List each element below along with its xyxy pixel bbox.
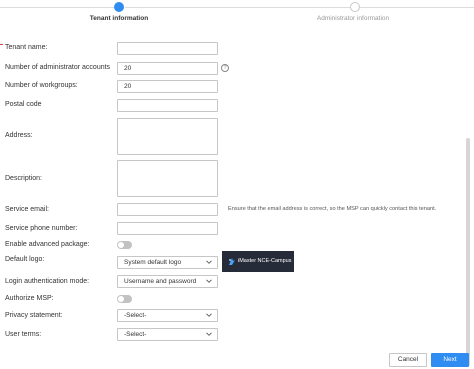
service-email-label: Service email: bbox=[5, 206, 49, 213]
workgroups-label: Number of workgroups: bbox=[5, 82, 78, 89]
login-auth-label: Login authentication mode: bbox=[5, 278, 90, 285]
default-logo-value: System default logo bbox=[124, 259, 182, 266]
chevron-down-icon bbox=[206, 331, 212, 337]
default-logo-select[interactable]: System default logo bbox=[117, 256, 218, 269]
address-textarea[interactable] bbox=[117, 118, 218, 155]
logo-preview-text: iMaster NCE-Campus bbox=[238, 258, 292, 264]
step-indicator: Tenant information Administrator informa… bbox=[0, 0, 474, 28]
toggle-knob bbox=[118, 242, 124, 248]
admin-accounts-label: Number of administrator accounts bbox=[5, 64, 111, 71]
step-line-left bbox=[0, 7, 114, 8]
required-mark bbox=[0, 44, 3, 45]
chevron-down-icon bbox=[206, 278, 212, 284]
chevron-down-icon bbox=[206, 312, 212, 318]
privacy-statement-select[interactable]: -Select- bbox=[117, 309, 218, 322]
step-label-tenant: Tenant information bbox=[89, 15, 149, 22]
privacy-statement-label: Privacy statement: bbox=[5, 312, 63, 319]
toggle-knob bbox=[118, 296, 124, 302]
login-auth-select[interactable]: Username and password bbox=[117, 275, 218, 288]
tenant-name-input[interactable] bbox=[117, 42, 218, 55]
postal-code-label: Postal code bbox=[5, 101, 42, 108]
service-phone-input[interactable] bbox=[117, 222, 218, 235]
vertical-scrollbar[interactable] bbox=[466, 138, 470, 366]
advanced-package-toggle[interactable] bbox=[117, 241, 132, 249]
user-terms-select[interactable]: -Select- bbox=[117, 328, 218, 341]
workgroups-input[interactable]: 20 bbox=[117, 80, 218, 93]
service-email-input[interactable] bbox=[117, 203, 218, 216]
step-line-right bbox=[360, 7, 474, 8]
next-button[interactable]: Next bbox=[431, 353, 469, 367]
logo-preview: iMaster NCE-Campus bbox=[222, 251, 294, 272]
admin-accounts-value: 20 bbox=[124, 65, 132, 72]
step-line-middle bbox=[125, 7, 350, 8]
question-circle-icon[interactable]: ? bbox=[221, 64, 229, 72]
step-dot-admin bbox=[350, 2, 360, 12]
user-terms-label: User terms: bbox=[5, 331, 42, 338]
service-phone-label: Service phone number: bbox=[5, 225, 78, 232]
authorize-msp-label: Authorize MSP: bbox=[5, 295, 54, 302]
imaster-logo-icon bbox=[228, 257, 236, 266]
address-label: Address: bbox=[5, 132, 33, 139]
cancel-button[interactable]: Cancel bbox=[389, 353, 427, 367]
chevron-down-icon bbox=[206, 259, 212, 265]
step-dot-tenant bbox=[114, 2, 124, 12]
privacy-statement-value: -Select- bbox=[124, 312, 147, 319]
user-terms-value: -Select- bbox=[124, 331, 147, 338]
step-label-admin: Administrator information bbox=[316, 15, 390, 22]
description-textarea[interactable] bbox=[117, 160, 218, 197]
service-email-hint: Ensure that the email address is correct… bbox=[228, 206, 437, 212]
tenant-name-label: Tenant name: bbox=[5, 44, 48, 51]
postal-code-input[interactable] bbox=[117, 99, 218, 112]
advanced-package-label: Enable advanced package: bbox=[5, 241, 90, 248]
admin-accounts-input[interactable]: 20 bbox=[117, 62, 218, 75]
description-label: Description: bbox=[5, 175, 42, 182]
authorize-msp-toggle[interactable] bbox=[117, 295, 132, 303]
login-auth-value: Username and password bbox=[124, 278, 197, 285]
default-logo-label: Default logo: bbox=[5, 256, 45, 263]
workgroups-value: 20 bbox=[124, 83, 132, 90]
